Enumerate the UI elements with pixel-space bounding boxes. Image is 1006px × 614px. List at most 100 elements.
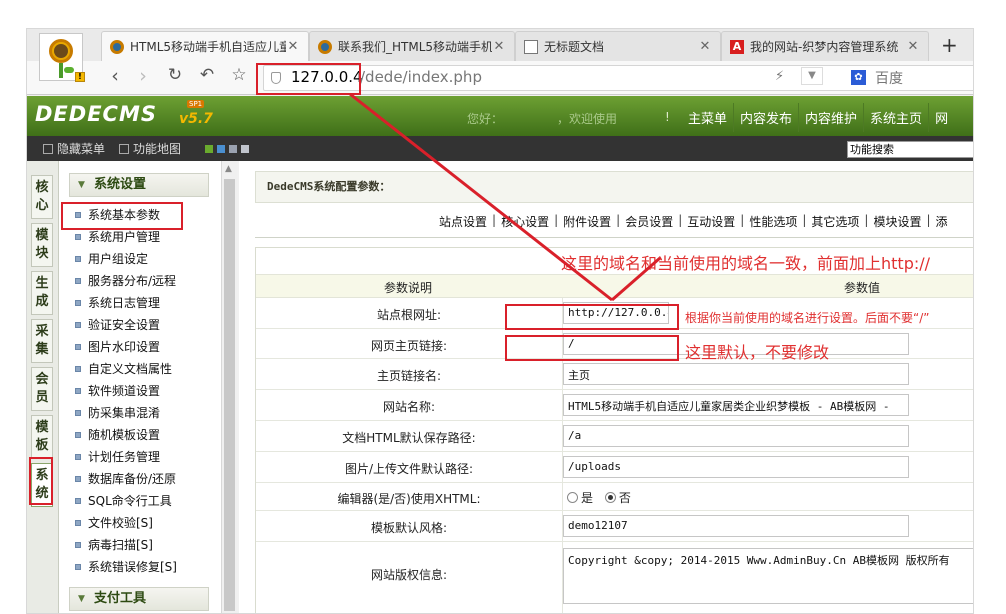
vtab-core[interactable]: 核心 <box>31 175 53 219</box>
menu-item[interactable]: SQL命令行工具 <box>75 491 172 511</box>
upload-path-input[interactable]: /uploads <box>563 456 909 478</box>
grid-icon <box>119 143 129 154</box>
column-header-value: 参数值 <box>844 281 881 295</box>
menu-item[interactable]: 防采集串混淆 <box>75 403 160 423</box>
theme-swatch[interactable] <box>205 145 213 153</box>
radio-no-label: 否 <box>618 491 631 505</box>
settings-tab[interactable]: 添 <box>936 213 948 230</box>
menu-item[interactable]: 系统错误修复[S] <box>75 557 177 577</box>
menu-item[interactable]: 病毒扫描[S] <box>75 535 153 555</box>
radio-yes[interactable] <box>567 492 578 503</box>
menu-item[interactable]: 系统基本参数 <box>75 205 160 225</box>
menu-item[interactable]: 图片水印设置 <box>75 337 160 357</box>
vtab-template[interactable]: 模板 <box>31 415 53 459</box>
close-icon[interactable]: ✕ <box>492 39 506 54</box>
search-engine-label[interactable]: 百度 <box>875 68 903 88</box>
bullet-icon <box>75 519 81 526</box>
settings-tab[interactable]: 站点设置 <box>439 213 487 230</box>
menu-item-label: 系统日志管理 <box>88 296 161 310</box>
scroll-up-icon[interactable]: ▲ <box>225 164 232 174</box>
menu-group-label: 系统设置 <box>94 177 147 192</box>
divider <box>255 237 973 238</box>
menu-item[interactable]: 验证安全设置 <box>75 315 160 335</box>
nav-website[interactable]: 网 <box>928 103 954 132</box>
menu-item[interactable]: 自定义文档属性 <box>75 359 172 379</box>
vtab-member[interactable]: 会员 <box>31 367 53 411</box>
vtab-generate[interactable]: 生成 <box>31 271 53 315</box>
close-icon[interactable]: ✕ <box>906 39 920 54</box>
theme-swatch[interactable] <box>217 145 225 153</box>
bullet-icon <box>75 497 81 504</box>
function-search-input[interactable]: 功能搜索 <box>847 141 973 158</box>
tab-title: 我的网站-织梦内容管理系统 <box>750 40 899 54</box>
theme-swatch[interactable] <box>229 145 237 153</box>
home-link-name-input[interactable]: 主页 <box>563 363 909 385</box>
bullet-icon <box>75 365 81 372</box>
menu-item[interactable]: 软件频道设置 <box>75 381 160 401</box>
menu-item[interactable]: 系统日志管理 <box>75 293 160 313</box>
menu-scrollbar[interactable]: ▲ <box>221 161 237 613</box>
site-url-input[interactable]: http://127.0.0.4 <box>563 302 669 324</box>
menu-item[interactable]: 数据库备份/还原 <box>75 469 176 489</box>
reload-icon[interactable]: ↻ <box>163 65 187 85</box>
nav-home[interactable]: 系统主页 <box>863 103 928 132</box>
settings-tab[interactable]: 核心设置 <box>501 213 549 230</box>
menu-item[interactable]: 文件校验[S] <box>75 513 153 533</box>
scroll-thumb[interactable] <box>224 179 235 611</box>
top-nav: 主菜单 内容发布 内容维护 系统主页 网 <box>682 103 954 132</box>
nav-main-menu[interactable]: 主菜单 <box>682 103 733 132</box>
undo-icon[interactable]: ↶ <box>195 65 219 85</box>
menu-item[interactable]: 用户组设定 <box>75 249 148 269</box>
nav-maintain[interactable]: 内容维护 <box>798 103 863 132</box>
chevron-down-icon[interactable]: ▼ <box>801 67 823 85</box>
radio-no[interactable] <box>604 492 616 503</box>
row-label: 站点根网址: <box>376 308 442 322</box>
menu-item[interactable]: 服务器分布/远程 <box>75 271 176 291</box>
menu-group-system[interactable]: ▼ 系统设置 <box>69 173 209 197</box>
shield-icon <box>271 72 281 84</box>
star-icon[interactable]: ☆ <box>227 65 251 85</box>
copyright-textarea[interactable]: Copyright &copy; 2014-2015 Www.AdminBuy.… <box>563 548 973 604</box>
tab-separator: | <box>864 213 869 227</box>
menu-item[interactable]: 计划任务管理 <box>75 447 160 467</box>
tab-home[interactable]: HTML5移动端手机自适应儿童 ✕ <box>101 31 309 61</box>
back-icon[interactable]: ‹ <box>103 65 127 87</box>
menu-group-payment[interactable]: ▼ 支付工具 <box>69 587 209 611</box>
close-icon[interactable]: ✕ <box>698 39 712 54</box>
site-name-input[interactable]: HTML5移动端手机自适应儿童家居类企业织梦模板 - AB模板网 - <box>563 394 909 416</box>
new-tab-button[interactable]: + <box>941 33 958 57</box>
settings-tab[interactable]: 会员设置 <box>625 213 673 230</box>
vtab-system[interactable]: 系统 <box>31 463 53 507</box>
hide-menu-button[interactable]: 隐藏菜单 <box>43 140 105 157</box>
tab-title: HTML5移动端手机自适应儿童 <box>130 40 286 54</box>
vtab-collect[interactable]: 采集 <box>31 319 53 363</box>
flash-icon[interactable]: ⚡ <box>775 69 784 84</box>
config-table: 参数说明 参数值 站点根网址: http://127.0.0.4 网页主页链接:… <box>255 247 973 613</box>
tab-separator: | <box>802 213 807 227</box>
menu-item-label: 文件校验[S] <box>88 516 153 530</box>
menu-item[interactable]: 系统用户管理 <box>75 227 160 247</box>
settings-tab[interactable]: 其它选项 <box>811 213 859 230</box>
letter-a-icon: A <box>730 39 744 54</box>
nav-publish[interactable]: 内容发布 <box>733 103 798 132</box>
theme-swatch[interactable] <box>241 145 249 153</box>
html-path-input[interactable]: /a <box>563 425 909 447</box>
vtab-module[interactable]: 模块 <box>31 223 53 267</box>
xhtml-radio-group: 是 否 <box>567 489 631 506</box>
menu-item[interactable]: 随机模板设置 <box>75 425 160 445</box>
settings-tab[interactable]: 附件设置 <box>563 213 611 230</box>
site-map-button[interactable]: 功能地图 <box>119 140 181 157</box>
settings-tab[interactable]: 模块设置 <box>873 213 921 230</box>
module-tabs: 核心 模块 生成 采集 会员 模板 系统 <box>27 161 59 613</box>
tab-untitled[interactable]: 无标题文档 ✕ <box>515 31 721 61</box>
menu-item-label: 验证安全设置 <box>88 318 161 332</box>
tab-contact[interactable]: 联系我们_HTML5移动端手机 ✕ <box>309 31 515 61</box>
close-icon[interactable]: ✕ <box>286 39 300 54</box>
forward-icon[interactable]: › <box>131 65 155 87</box>
template-style-input[interactable]: demo12107 <box>563 515 909 537</box>
settings-tab[interactable]: 互动设置 <box>687 213 735 230</box>
avatar[interactable]: ! <box>39 33 85 82</box>
settings-tab[interactable]: 性能选项 <box>749 213 797 230</box>
bullet-icon <box>75 475 81 482</box>
tab-admin[interactable]: A 我的网站-织梦内容管理系统 ✕ <box>721 31 929 61</box>
